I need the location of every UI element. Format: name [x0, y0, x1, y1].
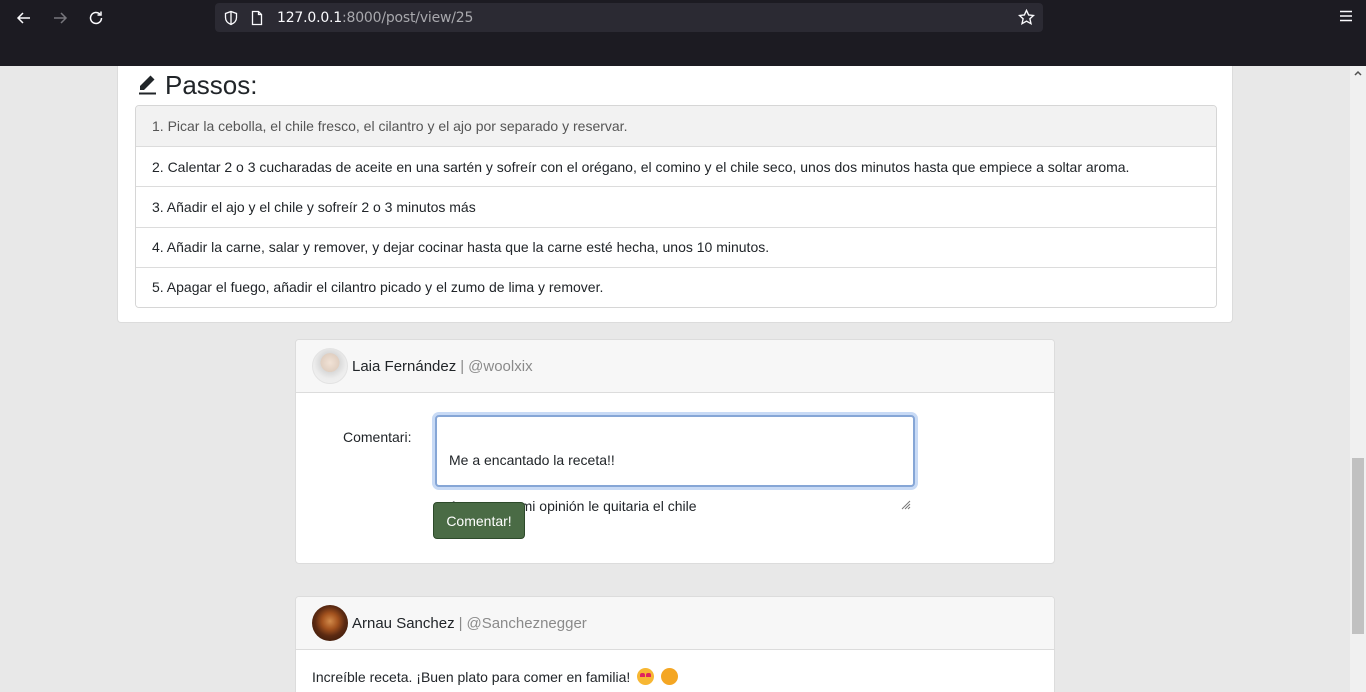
comment-form-header: Laia Fernández | @woolxix	[296, 340, 1054, 393]
step-item: 5. Apagar el fuego, añadir el cilantro p…	[136, 266, 1216, 307]
step-item: 1. Picar la cebolla, el chile fresco, el…	[136, 106, 1216, 147]
comment-body: Increíble receta. ¡Buen plato para comer…	[296, 650, 1054, 692]
user-name: Arnau Sanchez	[352, 614, 455, 632]
pencil-icon	[135, 73, 159, 97]
comment-text: Increíble receta. ¡Buen plato para comer…	[312, 669, 631, 685]
comment-card: Arnau Sanchez | @Sancheznegger Increíble…	[295, 596, 1055, 692]
back-icon[interactable]	[12, 6, 36, 30]
user-handle: @woolxix	[468, 357, 533, 375]
page-content: Passos: 1. Picar la cebolla, el chile fr…	[0, 66, 1350, 692]
browser-toolbar: 127.0.0.1:8000/post/view/25	[0, 0, 1366, 66]
separator: |	[458, 614, 463, 632]
comment-header: Arnau Sanchez | @Sancheznegger	[296, 597, 1054, 650]
user-name: Laia Fernández	[352, 357, 457, 375]
url-bar[interactable]: 127.0.0.1:8000/post/view/25	[215, 3, 1043, 32]
steps-title: Passos:	[165, 69, 258, 100]
comment-textarea[interactable]: Me a encantado la receta!! Aunque en mi …	[435, 415, 915, 537]
comment-form-body: Comentari: Me a encantado la receta!! Au…	[296, 393, 1054, 563]
heart-eyes-emoji-icon	[637, 668, 655, 685]
separator: |	[460, 357, 465, 375]
avatar	[312, 348, 348, 384]
hamburger-menu-icon[interactable]	[1338, 8, 1354, 24]
shield-icon[interactable]	[223, 10, 239, 26]
url-text[interactable]: 127.0.0.1:8000/post/view/25	[277, 10, 473, 26]
step-item: 3. Añadir el ajo y el chile y sofreír 2 …	[136, 186, 1216, 227]
steps-list: 1. Picar la cebolla, el chile fresco, el…	[135, 105, 1217, 308]
bookmark-star-icon[interactable]	[1017, 8, 1036, 26]
resize-grip-icon[interactable]	[899, 471, 911, 510]
comment-form-card: Laia Fernández | @woolxix Comentari: Me …	[295, 339, 1055, 564]
step-item: 2. Calentar 2 o 3 cucharadas de aceite e…	[136, 146, 1216, 187]
reload-icon[interactable]	[84, 6, 108, 30]
page-icon[interactable]	[249, 10, 265, 26]
forward-icon[interactable]	[48, 6, 72, 30]
step-item: 4. Añadir la carne, salar y remover, y d…	[136, 226, 1216, 267]
user-handle: @Sancheznegger	[466, 614, 587, 632]
scroll-up-arrow-icon[interactable]	[1353, 68, 1363, 78]
avatar	[312, 605, 348, 641]
textarea-line-1: Me a encantado la receta!!	[449, 452, 615, 468]
smiling-hearts-emoji-icon	[661, 668, 679, 685]
scrollbar-thumb[interactable]	[1352, 458, 1364, 634]
submit-comment-button[interactable]: Comentar!	[433, 502, 525, 539]
comment-label: Comentari:	[343, 429, 412, 445]
steps-card: Passos: 1. Picar la cebolla, el chile fr…	[117, 66, 1233, 323]
steps-heading: Passos:	[135, 66, 258, 104]
page-scrollbar[interactable]	[1350, 66, 1366, 692]
